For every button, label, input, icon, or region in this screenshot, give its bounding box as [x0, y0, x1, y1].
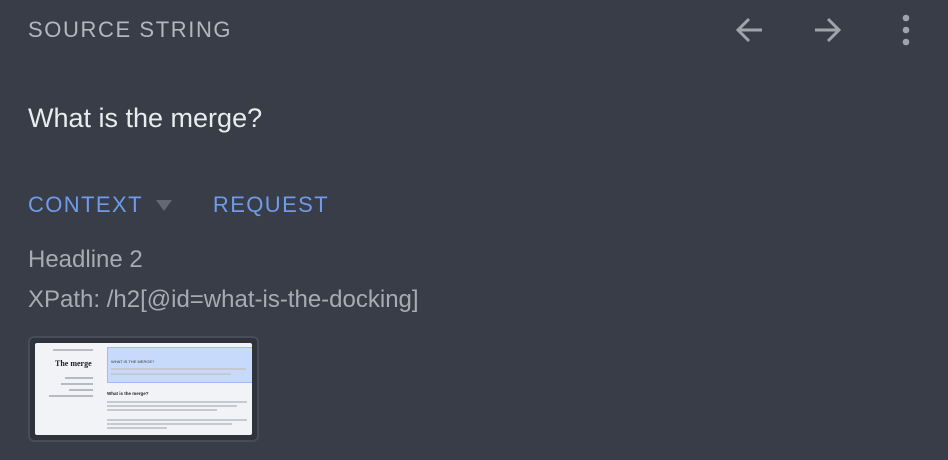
screenshot-highlight-text: WHAT IS THE MERGE?: [111, 359, 155, 364]
caret-down-icon: [155, 200, 172, 211]
context-screenshot-thumbnail[interactable]: The merge WHAT IS THE MERGE? What is the…: [28, 336, 259, 442]
section-title: SOURCE STRING: [28, 17, 233, 42]
tab-context-label: CONTEXT: [28, 192, 143, 217]
tab-request-label: REQUEST: [212, 192, 330, 217]
more-options-button[interactable]: [884, 10, 928, 50]
screenshot-image: The merge WHAT IS THE MERGE? What is the…: [35, 343, 252, 435]
arrow-left-icon: [735, 17, 762, 43]
tab-request[interactable]: REQUEST: [213, 192, 329, 218]
screenshot-subheading: What is the merge?: [107, 391, 149, 396]
screenshot-title: The merge: [55, 359, 92, 368]
previous-string-button[interactable]: [728, 10, 772, 50]
screenshot-highlighted-heading: [107, 347, 252, 383]
context-xpath: XPath: /h2[@id=what-is-the-docking]: [28, 286, 419, 313]
context-tabs: CONTEXT REQUEST: [28, 192, 329, 218]
source-string-text: What is the merge?: [28, 103, 263, 133]
screenshot-topbar: [53, 349, 93, 351]
next-string-button[interactable]: [805, 10, 849, 50]
arrow-right-icon: [815, 17, 842, 43]
tab-context[interactable]: CONTEXT: [28, 192, 213, 218]
context-element-type: Headline 2: [28, 246, 143, 273]
more-vertical-icon: [902, 14, 910, 46]
